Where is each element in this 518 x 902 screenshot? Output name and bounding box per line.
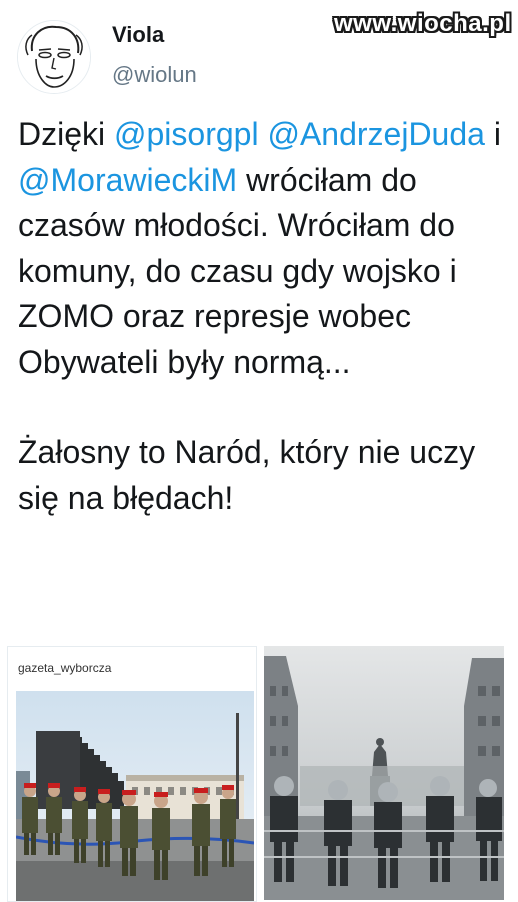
sketched-face-avatar-icon — [18, 21, 90, 93]
tweet-text: Dzięki @pisorgpl @AndrzejDuda i @Morawie… — [18, 112, 508, 521]
soldiers-monument-photo — [16, 691, 254, 901]
tweet-word: i — [493, 116, 501, 152]
mention-andrzejduda[interactable]: @AndrzejDuda — [267, 116, 484, 152]
tweet-word: Dzięki — [18, 116, 106, 152]
mention-morawieckim[interactable]: @MorawieckiM — [18, 162, 237, 198]
tweet-card: www.wiocha.pl Viola @wiolun Dzięki @piso… — [0, 0, 518, 902]
tweet-paragraph-1: Dzięki @pisorgpl @AndrzejDuda i @Morawie… — [18, 112, 508, 385]
riot-police-photo — [264, 646, 504, 900]
image-source-label: gazeta_wyborcza — [18, 661, 112, 675]
site-watermark: www.wiocha.pl — [334, 10, 512, 37]
author-name[interactable]: Viola — [112, 22, 164, 48]
mention-pisorgpl[interactable]: @pisorgpl — [114, 116, 259, 152]
media-image-right[interactable] — [264, 646, 504, 900]
avatar[interactable] — [17, 20, 91, 94]
author-handle[interactable]: @wiolun — [112, 62, 197, 88]
tweet-paragraph-2: Żałosny to Naród, który nie uczy się na … — [18, 434, 476, 516]
media-image-left[interactable]: gazeta_wyborcza — [7, 646, 257, 902]
